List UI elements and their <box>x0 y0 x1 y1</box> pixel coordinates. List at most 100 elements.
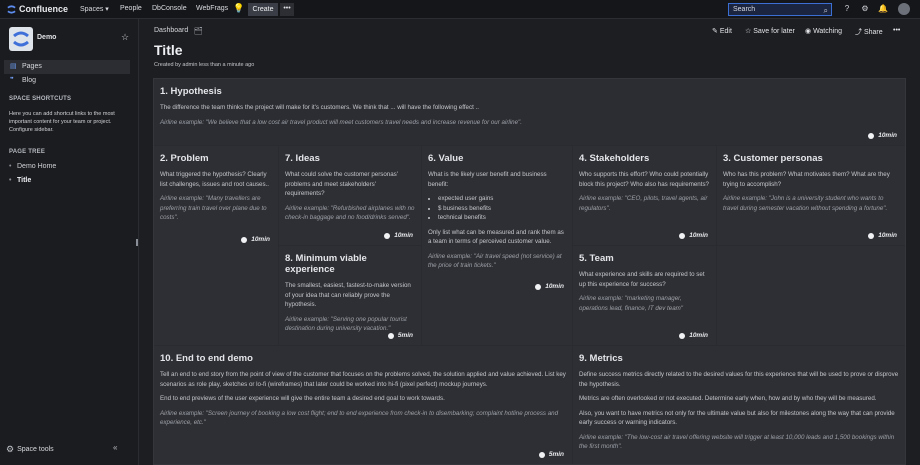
search-icon: ⌕ <box>823 6 828 15</box>
card-title: 5. Team <box>579 253 614 264</box>
timer-icon <box>241 236 248 243</box>
card-text: What experience and skills are required … <box>579 271 705 288</box>
timer-icon <box>384 232 391 239</box>
save-for-later-button[interactable]: ☆ Save for later <box>745 27 795 35</box>
breadcrumb[interactable]: Dashboard <box>154 27 188 34</box>
space-name[interactable]: Demo <box>37 34 56 41</box>
nav-spaces[interactable]: Spaces ▾ <box>80 5 109 13</box>
card-example: Airline example: "We believe that a low … <box>160 118 522 126</box>
tree-bullet-icon: • <box>9 163 12 170</box>
search-input[interactable]: Search ⌕ <box>728 3 832 16</box>
card-example: Airline example: "John is a university s… <box>723 195 888 212</box>
timer-badge: 10min <box>384 232 413 239</box>
page-more-button[interactable]: ••• <box>893 27 900 34</box>
card-text: The difference the team thinks the proje… <box>160 104 479 111</box>
card-title: 3. Customer personas <box>723 153 823 164</box>
tree-bullet-icon: • <box>9 177 12 184</box>
timer-badge: 5min <box>538 451 564 458</box>
timer-label: 10min <box>689 332 708 339</box>
sidebar-item-pages[interactable]: ▤ Pages <box>4 60 130 74</box>
timer-label: 10min <box>689 232 708 239</box>
settings-icon[interactable]: ⚙ <box>860 4 870 14</box>
card-title: 9. Metrics <box>579 353 623 364</box>
card-text-2: Only list what can be measured and rank … <box>428 228 564 246</box>
edit-label: Edit <box>719 28 732 35</box>
notifications-icon[interactable]: 🔔 <box>878 4 888 14</box>
card-team: 5. Team What experience and skills are r… <box>573 246 716 345</box>
watching-button[interactable]: ◉ Watching <box>805 27 842 35</box>
more-button[interactable]: ••• <box>280 3 294 16</box>
list-item: expected user gains <box>438 194 566 204</box>
brand-name: Confluence <box>19 4 69 14</box>
card-text: What could solve the customer personas' … <box>285 171 398 197</box>
space-logo[interactable] <box>9 27 33 51</box>
timer-badge: 10min <box>868 132 897 139</box>
card-title: 1. Hypothesis <box>160 86 222 97</box>
card-stakeholders: 4. Stakeholders Who supports this effort… <box>573 146 716 245</box>
edit-icon: ✎ <box>712 28 718 35</box>
card-example: Airline example: "Screen journey of book… <box>160 409 559 427</box>
card-example: Airline example: "The low-cost air trave… <box>579 433 895 451</box>
create-button[interactable]: Create <box>248 3 278 16</box>
nav-dbconsole[interactable]: DbConsole <box>152 5 187 12</box>
confluence-logo-icon <box>7 4 16 14</box>
card-minimum-viable-experience: 8. Minimum viable experience The smalles… <box>279 246 421 345</box>
space-logo-icon <box>13 31 29 47</box>
gear-icon: ⚙ <box>6 444 15 454</box>
save-label: Save for later <box>753 28 795 35</box>
timer-badge: 10min <box>679 232 708 239</box>
card-text: The smallest, easiest, fastest-to-make v… <box>285 282 411 308</box>
card-text: What is the likely user benefit and busi… <box>428 171 547 188</box>
watch-label: Watching <box>813 28 842 35</box>
lightbulb-icon[interactable]: 💡 <box>233 3 244 14</box>
list-item: $ business benefits <box>438 204 566 214</box>
card-text: Define success metrics directly related … <box>579 371 899 388</box>
timer-badge: 10min <box>679 332 708 339</box>
timer-icon <box>387 332 394 339</box>
timer-icon <box>868 132 875 139</box>
tree-item-title[interactable]: • Title <box>9 177 31 184</box>
search-placeholder: Search <box>733 6 756 13</box>
card-example: Airline example: "marketing manager, ope… <box>579 295 684 312</box>
avatar[interactable] <box>898 3 910 15</box>
card-title: 2. Problem <box>160 153 209 164</box>
card-text: Tell an end to end story from the point … <box>160 371 566 388</box>
card-title: 10. End to end demo <box>160 353 253 364</box>
card-value: 6. Value What is the likely user benefit… <box>422 146 572 345</box>
collapse-sidebar-icon[interactable]: « <box>113 443 117 452</box>
confluence-logo[interactable]: Confluence <box>7 4 68 14</box>
card-title: 4. Stakeholders <box>579 153 650 164</box>
eye-icon: ◉ <box>805 28 812 35</box>
card-text-3: Also, you want to have metrics not only … <box>579 409 895 427</box>
edit-button[interactable]: ✎ Edit <box>712 27 732 35</box>
space-shortcuts-text: Here you can add shortcut links to the m… <box>9 111 115 133</box>
nav-webfrags[interactable]: WebFrags <box>196 5 228 12</box>
timer-badge: 10min <box>868 232 897 239</box>
star-icon[interactable]: ☆ <box>121 32 129 43</box>
card-example: Airline example: "Serving one popular to… <box>285 315 407 333</box>
timer-icon <box>679 332 686 339</box>
bookmark-icon: ☆ <box>745 28 752 35</box>
pages-icon: ▤ <box>10 63 17 70</box>
sidebar-resize-handle[interactable] <box>136 239 138 246</box>
timer-label: 10min <box>545 283 564 290</box>
card-example: Airline example: "Air travel speed (not … <box>428 252 562 270</box>
help-icon[interactable]: ? <box>842 4 852 14</box>
card-example: Airline example: "Many travellers are pr… <box>160 195 267 221</box>
space-tools-button[interactable]: ⚙ Space tools <box>6 444 54 455</box>
timer-icon <box>679 232 686 239</box>
page-restrictions-icon[interactable]: 🗂 <box>194 27 203 35</box>
value-bullet-list: expected user gains $ business benefits … <box>438 194 566 223</box>
space-tools-label: Space tools <box>17 446 54 453</box>
timer-badge: 10min <box>241 236 270 243</box>
tree-item-demo-home[interactable]: • Demo Home <box>9 163 56 170</box>
share-button[interactable]: ⤴ Share <box>855 27 883 37</box>
page-title: Title <box>154 42 183 58</box>
timer-label: 10min <box>394 232 413 239</box>
timer-label: 5min <box>548 451 564 458</box>
nav-people[interactable]: People <box>120 5 142 12</box>
share-label: Share <box>863 29 883 36</box>
sidebar-item-blog[interactable]: ❞ Blog <box>4 74 130 88</box>
card-text: What triggered the hypothesis? Clearly l… <box>160 171 270 188</box>
sidebar: Demo ☆ ▤ Pages ❞ Blog SPACE SHORTCUTS He… <box>0 19 139 465</box>
